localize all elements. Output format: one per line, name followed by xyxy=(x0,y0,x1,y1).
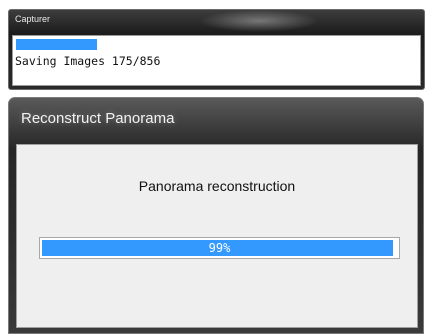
capturer-title: Capturer xyxy=(15,14,51,24)
capturer-client-area: Saving Images 175/856 xyxy=(12,35,421,86)
reconstruction-heading: Panorama reconstruction xyxy=(138,178,296,194)
saving-status-text: Saving Images 175/856 xyxy=(15,54,161,68)
reconstruct-window: Reconstruct Panorama Panorama reconstruc… xyxy=(8,97,424,334)
titlebar-glare xyxy=(199,10,319,32)
reconstruction-progress-bar: 99% xyxy=(39,237,400,259)
reconstruct-title: Reconstruct Panorama xyxy=(21,110,175,127)
saving-progress-bar xyxy=(16,39,415,50)
reconstruct-client-area: Panorama reconstruction 99% xyxy=(16,144,418,328)
capturer-window: Capturer Saving Images 175/856 xyxy=(8,9,425,90)
saving-progress-fill xyxy=(16,39,98,50)
reconstruction-percent-label: 99% xyxy=(208,241,231,255)
